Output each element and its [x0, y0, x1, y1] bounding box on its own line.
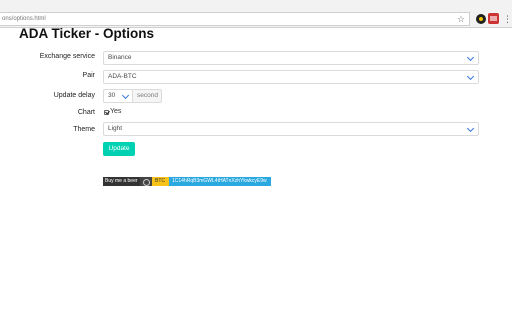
update-delay-value: 30: [108, 92, 116, 99]
update-delay-unit: second: [133, 89, 162, 103]
pair-value: ADA-BTC: [108, 73, 137, 80]
theme-select[interactable]: Light: [103, 122, 479, 136]
chevron-down-icon: [466, 53, 475, 62]
chevron-down-icon: [466, 124, 475, 133]
theme-label: Theme: [73, 126, 95, 133]
update-delay-label: Update delay: [53, 92, 95, 99]
bitcoin-icon: [140, 177, 152, 186]
btc-badge-label: BTC: [152, 177, 169, 186]
exchange-service-select[interactable]: Binance: [103, 51, 479, 65]
exchange-service-label: Exchange service: [39, 53, 95, 60]
theme-value: Light: [108, 125, 123, 132]
update-delay-select[interactable]: 30: [103, 89, 133, 103]
kebab-menu-icon[interactable]: ⋮: [503, 13, 512, 25]
chart-label: Chart: [77, 109, 95, 116]
pair-label: Pair: [82, 72, 95, 79]
chart-checkbox-label[interactable]: Yes: [110, 108, 121, 115]
btc-address[interactable]: 1C14hRqB3mGWL4tHATnXzhYkwkcyE9w: [169, 177, 271, 186]
address-bar[interactable]: ons/options.html ☆: [0, 12, 470, 26]
browser-toolbar: ons/options.html ☆ ⋮: [0, 0, 512, 28]
star-icon[interactable]: ☆: [457, 13, 465, 26]
address-bar-url[interactable]: ons/options.html: [2, 13, 46, 26]
pair-select[interactable]: ADA-BTC: [103, 70, 479, 84]
chart-checkbox[interactable]: [104, 110, 109, 115]
chevron-down-icon: [121, 91, 130, 100]
ada-extension-icon[interactable]: [476, 14, 486, 24]
update-button[interactable]: Update: [103, 142, 135, 156]
youtube-extension-icon[interactable]: [488, 13, 499, 24]
buy-me-a-beer-badge[interactable]: Buy me a beer: [103, 177, 140, 186]
exchange-service-value: Binance: [108, 54, 132, 61]
update-delay-unit-label: second: [137, 92, 158, 99]
chevron-down-icon: [466, 72, 475, 81]
page-title: ADA Ticker - Options: [19, 26, 155, 41]
